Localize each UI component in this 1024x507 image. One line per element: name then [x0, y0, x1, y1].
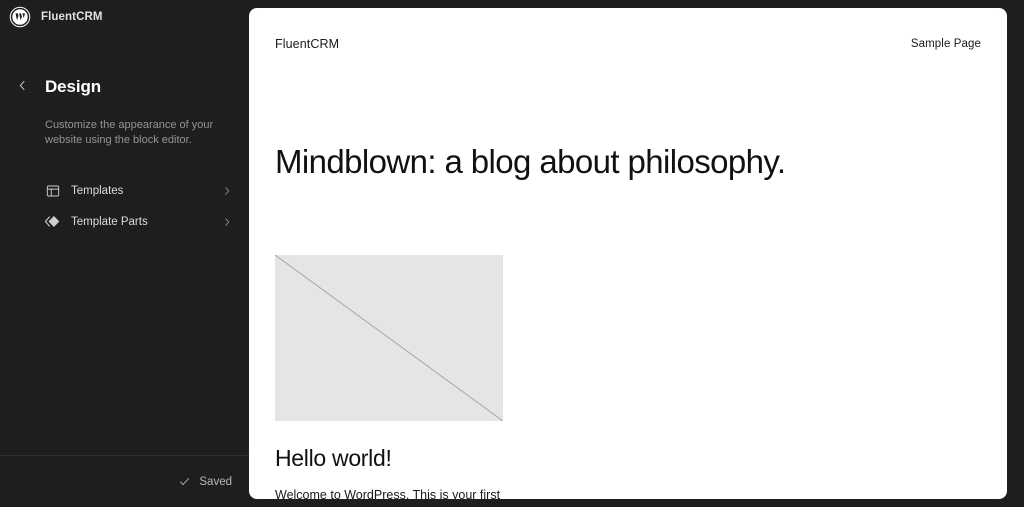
- sidebar-item-template-parts[interactable]: Template Parts: [44, 206, 233, 237]
- editor-sidebar: FluentCRM Design Customize the appearanc…: [0, 0, 249, 507]
- preview-site-header: FluentCRM Sample Page: [249, 8, 1007, 80]
- sidebar-item-label: Templates: [71, 184, 124, 197]
- editor-canvas: FluentCRM Sample Page Mindblown: a blog …: [249, 0, 1024, 507]
- chevron-right-icon: [221, 216, 233, 228]
- layout-icon: [44, 182, 61, 199]
- sidebar-nav: Templates Template Parts: [0, 175, 249, 237]
- sidebar-description: Customize the appearance of your website…: [45, 119, 214, 146]
- preview-tagline: Mindblown: a blog about philosophy.: [275, 143, 786, 180]
- chevron-left-icon: [15, 78, 30, 96]
- wordpress-logo-icon[interactable]: [9, 6, 31, 28]
- site-editor-app: FluentCRM Design Customize the appearanc…: [0, 0, 1024, 507]
- save-status-button[interactable]: Saved: [178, 475, 232, 488]
- sidebar-item-templates[interactable]: Templates: [44, 175, 233, 206]
- chevron-right-icon: [221, 185, 233, 197]
- preview-nav-link-sample-page[interactable]: Sample Page: [911, 38, 981, 50]
- sidebar-site-hub[interactable]: FluentCRM: [0, 0, 249, 33]
- preview-site-body: Mindblown: a blog about philosophy. Hell…: [249, 142, 1007, 499]
- save-status-label: Saved: [199, 475, 232, 488]
- sidebar-item-label: Template Parts: [71, 215, 148, 228]
- check-icon: [178, 475, 191, 488]
- sidebar-header: Design: [0, 72, 249, 102]
- post-excerpt: Welcome to WordPress. This is your first…: [275, 488, 501, 499]
- sidebar-site-name: FluentCRM: [41, 10, 103, 23]
- placeholder-diagonal-icon: [275, 255, 503, 421]
- template-parts-diamond-icon: [44, 213, 61, 230]
- sidebar-footer: Saved: [0, 455, 249, 507]
- post-thumbnail-placeholder[interactable]: [275, 255, 503, 421]
- back-button[interactable]: [10, 75, 34, 99]
- preview-site-title[interactable]: FluentCRM: [275, 37, 339, 51]
- page-title: Design: [45, 77, 102, 96]
- post-title[interactable]: Hello world!: [275, 444, 981, 472]
- site-preview-frame[interactable]: FluentCRM Sample Page Mindblown: a blog …: [249, 8, 1007, 499]
